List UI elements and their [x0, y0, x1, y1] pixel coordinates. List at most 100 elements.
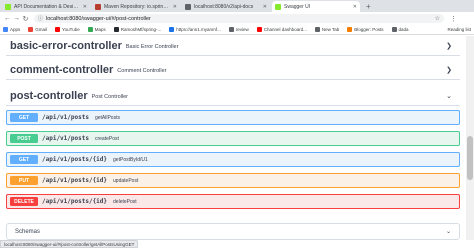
operation-row[interactable]: DELETE/api/v1/posts/{id} deletePost	[6, 194, 460, 209]
http-method-badge: GET	[10, 113, 38, 122]
reload-icon[interactable]: ↻	[21, 15, 30, 23]
close-tab-icon[interactable]: ✕	[263, 4, 267, 10]
bookmark-favicon-icon	[87, 27, 93, 32]
chevron-right-icon[interactable]: ❯	[446, 66, 452, 74]
tab-title: Maven Repository: io.springfox	[104, 3, 171, 10]
bookmark-item[interactable]: New Tab	[314, 27, 340, 32]
controller-section-basic-error[interactable]: basic-error-controller Basic Error Contr…	[6, 36, 460, 56]
bookmark-favicon-icon	[228, 27, 234, 32]
operation-row[interactable]: PUT/api/v1/posts/{id} updatePost	[6, 173, 460, 188]
schemas-section[interactable]: Schemas ⌄	[6, 223, 460, 240]
page-scrollbar[interactable]	[466, 36, 474, 240]
tab-title: localhost:8080/v2/api-docs	[194, 3, 254, 10]
endpoint-summary: getAllPosts	[94, 114, 120, 121]
bookmark-label: review	[235, 27, 249, 32]
bookmarks-bar: Apps Gmail YouTube Maps RamoshMf/spring-... h…	[0, 25, 474, 35]
schemas-label: Schemas	[15, 228, 41, 235]
close-tab-icon[interactable]: ✕	[83, 4, 87, 10]
bookmark-favicon-icon	[314, 27, 320, 32]
http-method-badge: GET	[10, 155, 38, 164]
bookmark-item[interactable]: Channel dashboard...	[256, 27, 307, 32]
browser-tab[interactable]: localhost:8080/v2/api-docs ✕	[182, 1, 270, 12]
browser-menu-icon[interactable]: ⋮	[450, 15, 457, 23]
tab-title: API Documentation & Design Tools	[14, 3, 81, 10]
bookmark-item[interactable]: Blogger: Posts	[347, 27, 384, 32]
http-method-badge: DELETE	[10, 197, 38, 206]
new-tab-icon[interactable]: +	[362, 1, 375, 12]
close-tab-icon[interactable]: ✕	[353, 4, 357, 10]
bookmark-label: New Tab	[321, 27, 340, 32]
bookmark-label: https://ann1.myanmf...	[176, 27, 221, 32]
endpoint-summary: getPostById/U1	[113, 156, 148, 163]
endpoint-path: /api/v1/posts/{id}	[42, 177, 108, 184]
bookmark-favicon-icon	[113, 27, 119, 32]
endpoint-path: /api/v1/posts/{id}	[42, 198, 108, 205]
bookmark-favicon-icon	[256, 27, 262, 32]
endpoint-summary: createPost	[94, 135, 119, 142]
operation-row[interactable]: GET/api/v1/posts getAllPosts	[6, 110, 460, 125]
bookmark-item[interactable]: dada	[391, 27, 409, 32]
browser-tab[interactable]: Maven Repository: io.springfox ✕	[92, 1, 180, 12]
tab-favicon-icon	[95, 3, 101, 10]
bookmark-favicon-icon	[3, 27, 8, 32]
browser-tab-strip: API Documentation & Design Tools ✕ Maven…	[0, 0, 474, 12]
browser-toolbar: ← → ↻ ⓘ localhost:8080/swagger-ui/#/post…	[0, 12, 474, 25]
chevron-down-icon[interactable]: ⌄	[446, 92, 452, 100]
bookmark-label: Apps	[10, 27, 21, 32]
swagger-ui-page: basic-error-controller Basic Error Contr…	[0, 36, 466, 240]
tab-favicon-icon	[275, 3, 281, 10]
bookmark-favicon-icon	[347, 27, 353, 32]
bookmark-label: Gmail	[35, 27, 48, 32]
endpoint-path: /api/v1/posts	[42, 135, 89, 142]
browser-tab[interactable]: API Documentation & Design Tools ✕	[2, 1, 90, 12]
bookmark-label: dada	[398, 27, 409, 32]
http-method-badge: POST	[10, 134, 38, 143]
endpoint-summary: updatePost	[113, 177, 139, 184]
tab-title: Swagger UI	[284, 3, 311, 10]
bookmark-favicon-icon	[169, 27, 175, 32]
reading-list-button[interactable]: Reading list	[447, 27, 471, 32]
bookmark-item[interactable]: Gmail	[28, 27, 47, 32]
bookmark-item[interactable]: Apps	[3, 27, 20, 32]
site-info-icon[interactable]: ⓘ	[38, 15, 43, 22]
controller-name: comment-controller	[10, 63, 114, 76]
bookmark-label: Channel dashboard...	[263, 27, 307, 32]
http-method-badge: PUT	[10, 176, 38, 185]
bookmark-favicon-icon	[28, 27, 34, 32]
bookmark-favicon-icon	[391, 27, 397, 32]
bookmark-label: Maps	[94, 27, 106, 32]
bookmark-item[interactable]: YouTube	[55, 27, 80, 32]
controller-description: Post Controller	[91, 93, 129, 100]
controller-section-comment[interactable]: comment-controller Comment Controller ❯	[6, 60, 460, 80]
bookmark-label: Blogger: Posts	[354, 27, 384, 32]
bookmark-favicon-icon	[55, 27, 61, 32]
forward-icon[interactable]: →	[12, 15, 21, 22]
address-bar[interactable]: ⓘ localhost:8080/swagger-ui/#/post-contr…	[34, 14, 444, 23]
controller-section-post[interactable]: post-controller Post Controller ⌄	[6, 86, 460, 106]
endpoint-summary: deletePost	[113, 198, 137, 205]
tab-favicon-icon	[185, 3, 191, 10]
bookmark-label: RamoshMf/spring-...	[120, 27, 162, 32]
bookmark-item[interactable]: RamoshMf/spring-...	[113, 27, 162, 32]
controller-name: basic-error-controller	[10, 39, 122, 52]
status-bar: localhost:8080/swagger-ui/#/post-control…	[0, 240, 139, 248]
chevron-down-icon[interactable]: ⌄	[446, 228, 451, 235]
bookmark-label: YouTube	[62, 27, 80, 32]
controller-description: Comment Controller	[117, 67, 167, 74]
scrollbar-thumb[interactable]	[467, 136, 473, 180]
controller-name: post-controller	[10, 89, 88, 102]
operation-row[interactable]: GET/api/v1/posts/{id} getPostById/U1	[6, 152, 460, 167]
bookmark-item[interactable]: Maps	[87, 27, 106, 32]
operation-row[interactable]: POST/api/v1/posts createPost	[6, 131, 460, 146]
tab-favicon-icon	[5, 3, 11, 10]
url-text: localhost:8080/swagger-ui/#/post-control…	[46, 15, 151, 22]
browser-tab-active[interactable]: Swagger UI ✕	[272, 1, 360, 12]
bookmark-item[interactable]: review	[228, 27, 249, 32]
chevron-right-icon[interactable]: ❯	[446, 42, 452, 50]
close-tab-icon[interactable]: ✕	[173, 4, 177, 10]
endpoint-path: /api/v1/posts/{id}	[42, 156, 108, 163]
controller-description: Basic Error Controller	[125, 43, 179, 50]
bookmark-item[interactable]: https://ann1.myanmf...	[169, 27, 221, 32]
back-icon[interactable]: ←	[3, 15, 12, 22]
bookmark-star-icon[interactable]: ☆	[435, 15, 440, 22]
